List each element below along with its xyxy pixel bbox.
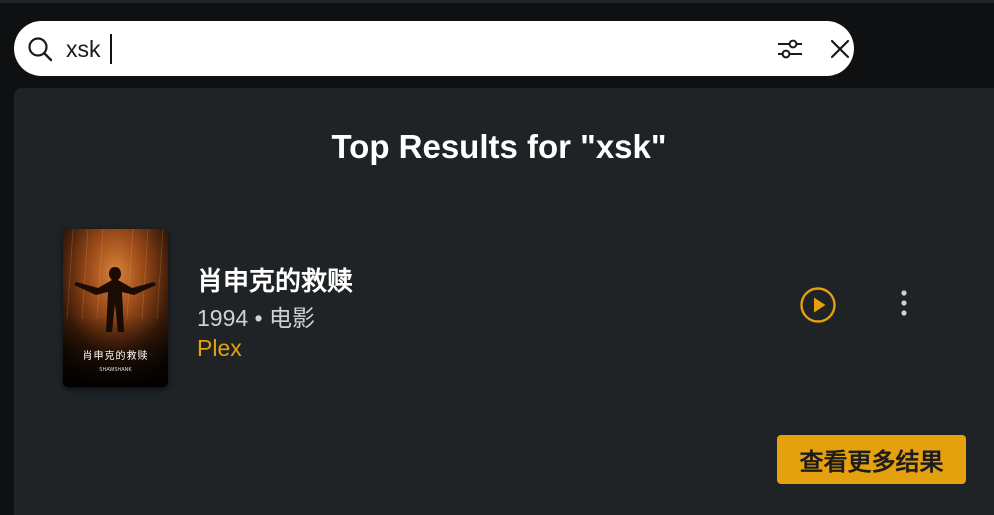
text-caret xyxy=(110,34,112,64)
result-source: Plex xyxy=(197,335,242,361)
result-title[interactable]: 肖申克的救赎 xyxy=(197,261,353,298)
view-more-results-button[interactable]: 查看更多结果 xyxy=(777,435,966,484)
more-options-icon[interactable] xyxy=(889,289,919,321)
close-icon[interactable] xyxy=(826,35,854,63)
play-icon[interactable] xyxy=(799,286,837,324)
poster-subtitle: SHAWSHANK xyxy=(99,367,132,373)
result-item[interactable]: 肖申克的救赎 SHAWSHANK 肖申克的救赎 1994 • 电影 Plex xyxy=(63,229,943,389)
results-heading: Top Results for "xsk" xyxy=(331,128,667,165)
top-bar xyxy=(0,0,994,92)
poster-title: 肖申克的救赎 xyxy=(83,349,149,362)
search-input[interactable] xyxy=(64,31,748,67)
search-icon xyxy=(28,37,53,62)
movie-poster[interactable]: 肖申克的救赎 SHAWSHANK xyxy=(63,229,168,387)
search-results-panel: Top Results for "xsk" 肖申克的救赎 SHAWSHANK 肖… xyxy=(14,88,994,515)
sliders-icon[interactable] xyxy=(776,35,804,63)
search-bar[interactable] xyxy=(14,21,854,76)
result-meta: 1994 • 电影 xyxy=(197,305,315,331)
